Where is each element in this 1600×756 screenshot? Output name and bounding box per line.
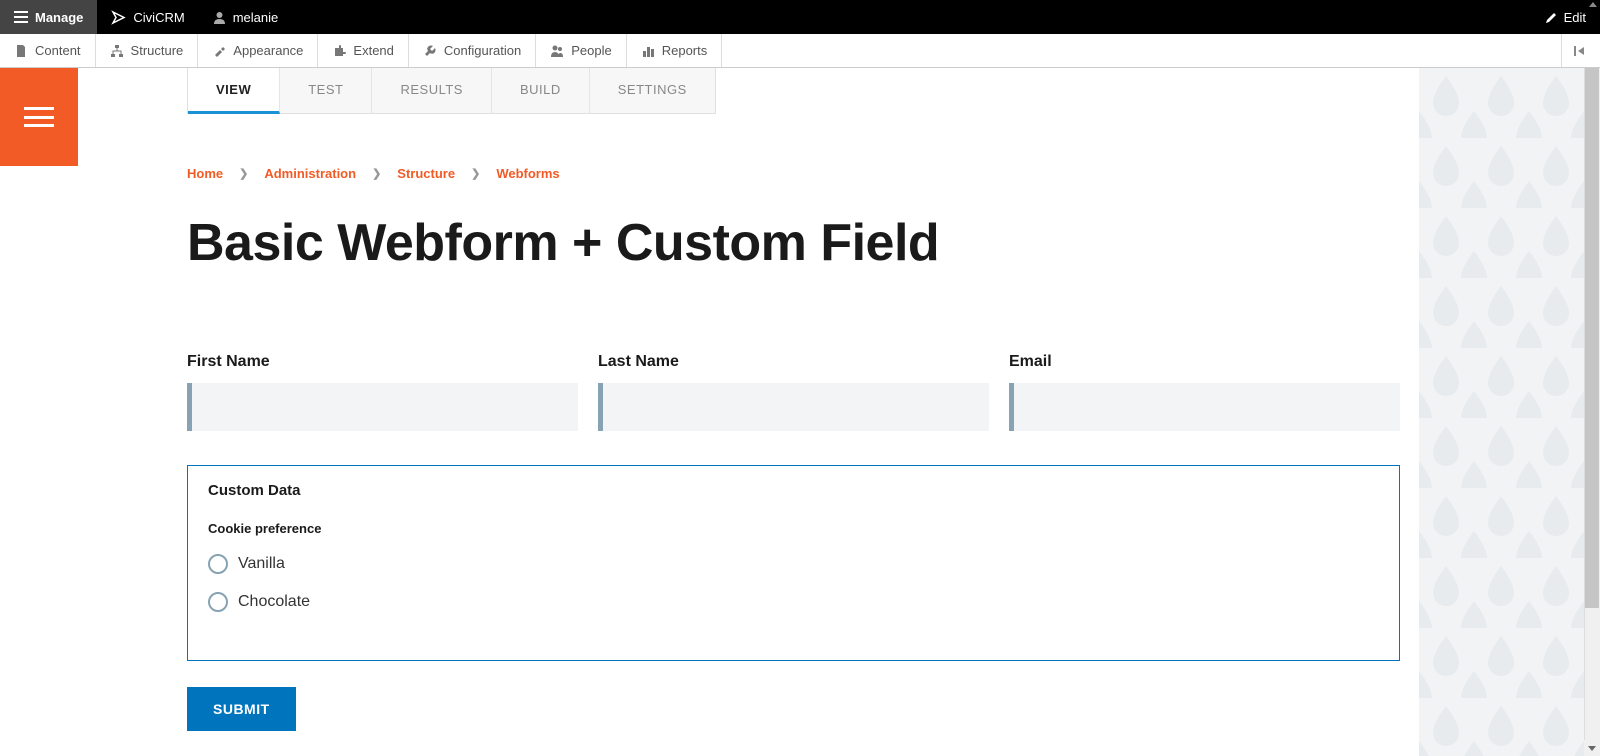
last-name-input[interactable] (598, 383, 989, 431)
scrollbar-down-button[interactable] (1584, 740, 1600, 756)
tab-label: TEST (308, 82, 343, 97)
hamburger-icon (14, 11, 28, 23)
pencil-icon (1545, 11, 1558, 24)
breadcrumb-link[interactable]: Administration (264, 166, 356, 181)
field-last-name: Last Name (598, 353, 989, 431)
form-row: First Name Last Name Email (187, 353, 1400, 431)
breadcrumb-link[interactable]: Structure (397, 166, 455, 181)
nav-configuration[interactable]: Configuration (409, 34, 536, 67)
radio-label: Chocolate (238, 593, 310, 611)
fieldset-legend: Custom Data (208, 482, 1379, 499)
decorative-sidebar (1419, 68, 1584, 756)
field-first-name: First Name (187, 353, 578, 431)
submit-button[interactable]: SUBMIT (187, 687, 296, 731)
tab-results[interactable]: RESULTS (372, 68, 492, 113)
nav-label: People (571, 43, 611, 58)
field-email: Email (1009, 353, 1400, 431)
nav-label: Structure (131, 43, 184, 58)
nav-appearance[interactable]: Appearance (198, 34, 318, 67)
caret-up-icon (1589, 2, 1597, 7)
page-title: Basic Webform + Custom Field (187, 213, 1400, 273)
nav-people[interactable]: People (536, 34, 626, 67)
radio-label: Vanilla (238, 555, 285, 573)
tab-settings[interactable]: SETTINGS (590, 68, 715, 113)
edit-label: Edit (1564, 10, 1586, 25)
nav-label: Appearance (233, 43, 303, 58)
secondary-toolbar: Content Structure Appearance Extend Conf… (0, 34, 1600, 68)
tab-view[interactable]: VIEW (188, 68, 280, 114)
people-icon (550, 44, 564, 58)
first-name-input[interactable] (187, 383, 578, 431)
fieldset-sublabel: Cookie preference (208, 521, 1379, 536)
scrollbar-thumb[interactable] (1585, 68, 1599, 608)
user-label: melanie (233, 10, 279, 25)
radio-icon (208, 592, 228, 612)
scrollbar-track[interactable] (1584, 68, 1600, 756)
tab-label: RESULTS (400, 82, 463, 97)
field-label: Email (1009, 353, 1400, 371)
tab-label: BUILD (520, 82, 561, 97)
radio-option-chocolate[interactable]: Chocolate (208, 592, 1379, 612)
sidebar-toggle[interactable] (0, 68, 78, 166)
appearance-icon (212, 44, 226, 58)
reports-icon (641, 44, 655, 58)
tab-test[interactable]: TEST (280, 68, 372, 113)
nav-label: Reports (662, 43, 708, 58)
field-label: First Name (187, 353, 578, 371)
chevron-right-icon: ❯ (239, 167, 248, 180)
email-input[interactable] (1009, 383, 1400, 431)
nav-label: Content (35, 43, 81, 58)
nav-reports[interactable]: Reports (627, 34, 723, 67)
breadcrumb-link[interactable]: Webforms (496, 166, 559, 181)
chevron-right-icon: ❯ (372, 167, 381, 180)
content-tabs: VIEW TEST RESULTS BUILD SETTINGS (187, 68, 716, 114)
document-icon (14, 44, 28, 58)
radio-option-vanilla[interactable]: Vanilla (208, 554, 1379, 574)
radio-icon (208, 554, 228, 574)
custom-data-fieldset: Custom Data Cookie preference Vanilla Ch… (187, 465, 1400, 661)
civicrm-link[interactable]: CiviCRM (97, 0, 198, 34)
nav-content[interactable]: Content (0, 34, 96, 67)
breadcrumb-link[interactable]: Home (187, 166, 223, 181)
tab-label: VIEW (216, 82, 251, 97)
configuration-icon (423, 44, 437, 58)
nav-extend[interactable]: Extend (318, 34, 408, 67)
chevron-right-icon: ❯ (471, 167, 480, 180)
hamburger-icon (24, 107, 54, 127)
breadcrumb: Home ❯ Administration ❯ Structure ❯ Webf… (187, 166, 1400, 181)
structure-icon (110, 44, 124, 58)
manage-button[interactable]: Manage (0, 0, 97, 34)
manage-label: Manage (35, 10, 83, 25)
toolbar-toggle[interactable] (1561, 34, 1600, 67)
field-label: Last Name (598, 353, 989, 371)
arrow-left-icon (1574, 45, 1588, 57)
user-link[interactable]: melanie (199, 0, 293, 34)
nav-label: Configuration (444, 43, 521, 58)
tab-build[interactable]: BUILD (492, 68, 590, 113)
nav-label: Extend (353, 43, 393, 58)
nav-structure[interactable]: Structure (96, 34, 199, 67)
extend-icon (332, 44, 346, 58)
civicrm-label: CiviCRM (133, 10, 184, 25)
user-icon (213, 11, 226, 24)
tab-label: SETTINGS (618, 82, 687, 97)
civicrm-icon (111, 10, 126, 25)
admin-toolbar: Manage CiviCRM melanie Edit (0, 0, 1600, 34)
